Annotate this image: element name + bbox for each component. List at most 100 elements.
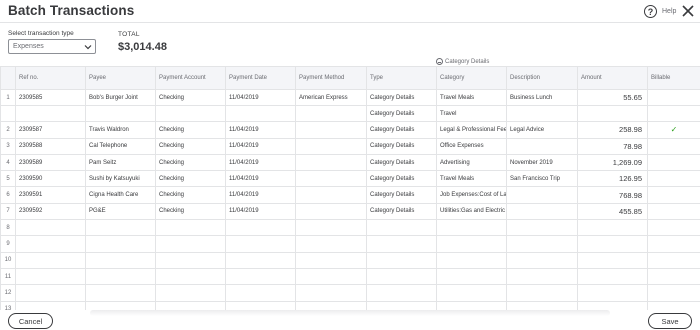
- payee-cell[interactable]: [85, 267, 156, 286]
- column-header-billable[interactable]: Billable: [647, 66, 700, 90]
- type-cell[interactable]: Category Details: [366, 202, 437, 221]
- column-header-payment-method[interactable]: Payment Method: [295, 66, 367, 90]
- type-cell[interactable]: Category Details: [366, 88, 437, 107]
- category-cell[interactable]: [436, 219, 507, 237]
- category-cell[interactable]: [436, 284, 507, 302]
- amount-cell[interactable]: [577, 251, 648, 269]
- ref-no-cell[interactable]: 2309589: [15, 153, 86, 172]
- payment-method-cell[interactable]: [295, 251, 367, 269]
- payment-date-cell[interactable]: 11/04/2019: [225, 186, 296, 204]
- description-cell[interactable]: [506, 284, 578, 302]
- save-button[interactable]: Save: [648, 313, 692, 329]
- payment-method-cell[interactable]: [295, 121, 367, 139]
- ref-no-cell[interactable]: 2309592: [15, 202, 86, 221]
- amount-cell[interactable]: 78.98: [577, 137, 648, 155]
- payment-account-cell[interactable]: [155, 235, 226, 253]
- payment-method-cell[interactable]: [295, 170, 367, 188]
- billable-cell[interactable]: [647, 267, 700, 286]
- payment-method-cell[interactable]: [295, 300, 367, 310]
- ref-no-cell[interactable]: [15, 219, 86, 237]
- billable-cell[interactable]: [647, 105, 700, 123]
- billable-cell[interactable]: [647, 170, 700, 188]
- payment-method-cell[interactable]: [295, 284, 367, 302]
- amount-cell[interactable]: [577, 300, 648, 310]
- description-cell[interactable]: [506, 235, 578, 253]
- column-header-type[interactable]: Type: [366, 66, 437, 90]
- category-cell[interactable]: [436, 267, 507, 286]
- column-header-payment-account[interactable]: Payment Account: [155, 66, 226, 90]
- billable-cell[interactable]: [647, 202, 700, 221]
- type-cell[interactable]: [366, 251, 437, 269]
- type-cell[interactable]: Category Details: [366, 153, 437, 172]
- category-cell[interactable]: [436, 251, 507, 269]
- payee-cell[interactable]: [85, 251, 156, 269]
- type-cell[interactable]: [366, 219, 437, 237]
- payment-date-cell[interactable]: 11/04/2019: [225, 170, 296, 188]
- payment-method-cell[interactable]: American Express: [295, 88, 367, 107]
- payment-method-cell[interactable]: [295, 137, 367, 155]
- description-cell[interactable]: Legal Advice: [506, 121, 578, 139]
- payment-date-cell[interactable]: [225, 251, 296, 269]
- cancel-button[interactable]: Cancel: [8, 313, 53, 329]
- payment-account-cell[interactable]: [155, 219, 226, 237]
- category-cell[interactable]: Office Expenses: [436, 137, 507, 155]
- payment-account-cell[interactable]: [155, 284, 226, 302]
- payment-method-cell[interactable]: [295, 153, 367, 172]
- billable-cell[interactable]: [647, 251, 700, 269]
- payment-account-cell[interactable]: [155, 267, 226, 286]
- payment-date-cell[interactable]: [225, 267, 296, 286]
- category-details-toggle[interactable]: Category Details: [436, 58, 489, 65]
- ref-no-cell[interactable]: [15, 284, 86, 302]
- amount-cell[interactable]: 768.98: [577, 186, 648, 204]
- type-cell[interactable]: Category Details: [366, 186, 437, 204]
- billable-cell[interactable]: [647, 153, 700, 172]
- type-cell[interactable]: [366, 235, 437, 253]
- billable-cell[interactable]: [647, 284, 700, 302]
- payment-method-cell[interactable]: [295, 105, 367, 123]
- description-cell[interactable]: [506, 267, 578, 286]
- description-cell[interactable]: Business Lunch: [506, 88, 578, 107]
- category-cell[interactable]: [436, 300, 507, 310]
- column-header-payment-date[interactable]: Payment Date: [225, 66, 296, 90]
- billable-cell[interactable]: [647, 300, 700, 310]
- description-cell[interactable]: [506, 137, 578, 155]
- payment-account-cell[interactable]: Checking: [155, 121, 226, 139]
- description-cell[interactable]: [506, 219, 578, 237]
- payment-method-cell[interactable]: [295, 267, 367, 286]
- amount-cell[interactable]: [577, 284, 648, 302]
- payment-method-cell[interactable]: [295, 235, 367, 253]
- billable-cell[interactable]: [647, 137, 700, 155]
- payment-date-cell[interactable]: [225, 235, 296, 253]
- ref-no-cell[interactable]: 2309590: [15, 170, 86, 188]
- description-cell[interactable]: [506, 105, 578, 123]
- description-cell[interactable]: [506, 186, 578, 204]
- payment-account-cell[interactable]: Checking: [155, 137, 226, 155]
- type-cell[interactable]: Category Details: [366, 121, 437, 139]
- payment-date-cell[interactable]: 11/04/2019: [225, 137, 296, 155]
- type-cell[interactable]: [366, 300, 437, 310]
- ref-no-cell[interactable]: [15, 105, 86, 123]
- ref-no-cell[interactable]: 2309587: [15, 121, 86, 139]
- category-cell[interactable]: Utilities:Gas and Electric: [436, 202, 507, 221]
- transaction-type-select[interactable]: Expenses: [8, 39, 96, 54]
- type-cell[interactable]: Category Details: [366, 137, 437, 155]
- ref-no-cell[interactable]: [15, 300, 86, 310]
- amount-cell[interactable]: 455.85: [577, 202, 648, 221]
- payee-cell[interactable]: Bob's Burger Joint: [85, 88, 156, 107]
- billable-cell[interactable]: [647, 219, 700, 237]
- amount-cell[interactable]: [577, 219, 648, 237]
- ref-no-cell[interactable]: [15, 251, 86, 269]
- payment-date-cell[interactable]: 11/04/2019: [225, 202, 296, 221]
- payee-cell[interactable]: Cigna Health Care: [85, 186, 156, 204]
- description-cell[interactable]: [506, 300, 578, 310]
- ref-no-cell[interactable]: [15, 267, 86, 286]
- payment-date-cell[interactable]: 11/04/2019: [225, 121, 296, 139]
- description-cell[interactable]: San Francisco Trip: [506, 170, 578, 188]
- payee-cell[interactable]: Cal Telephone: [85, 137, 156, 155]
- category-cell[interactable]: Travel Meals: [436, 88, 507, 107]
- payment-date-cell[interactable]: [225, 284, 296, 302]
- category-cell[interactable]: [436, 235, 507, 253]
- column-header-payee[interactable]: Payee: [85, 66, 156, 90]
- category-cell[interactable]: Travel Meals: [436, 170, 507, 188]
- payment-account-cell[interactable]: [155, 105, 226, 123]
